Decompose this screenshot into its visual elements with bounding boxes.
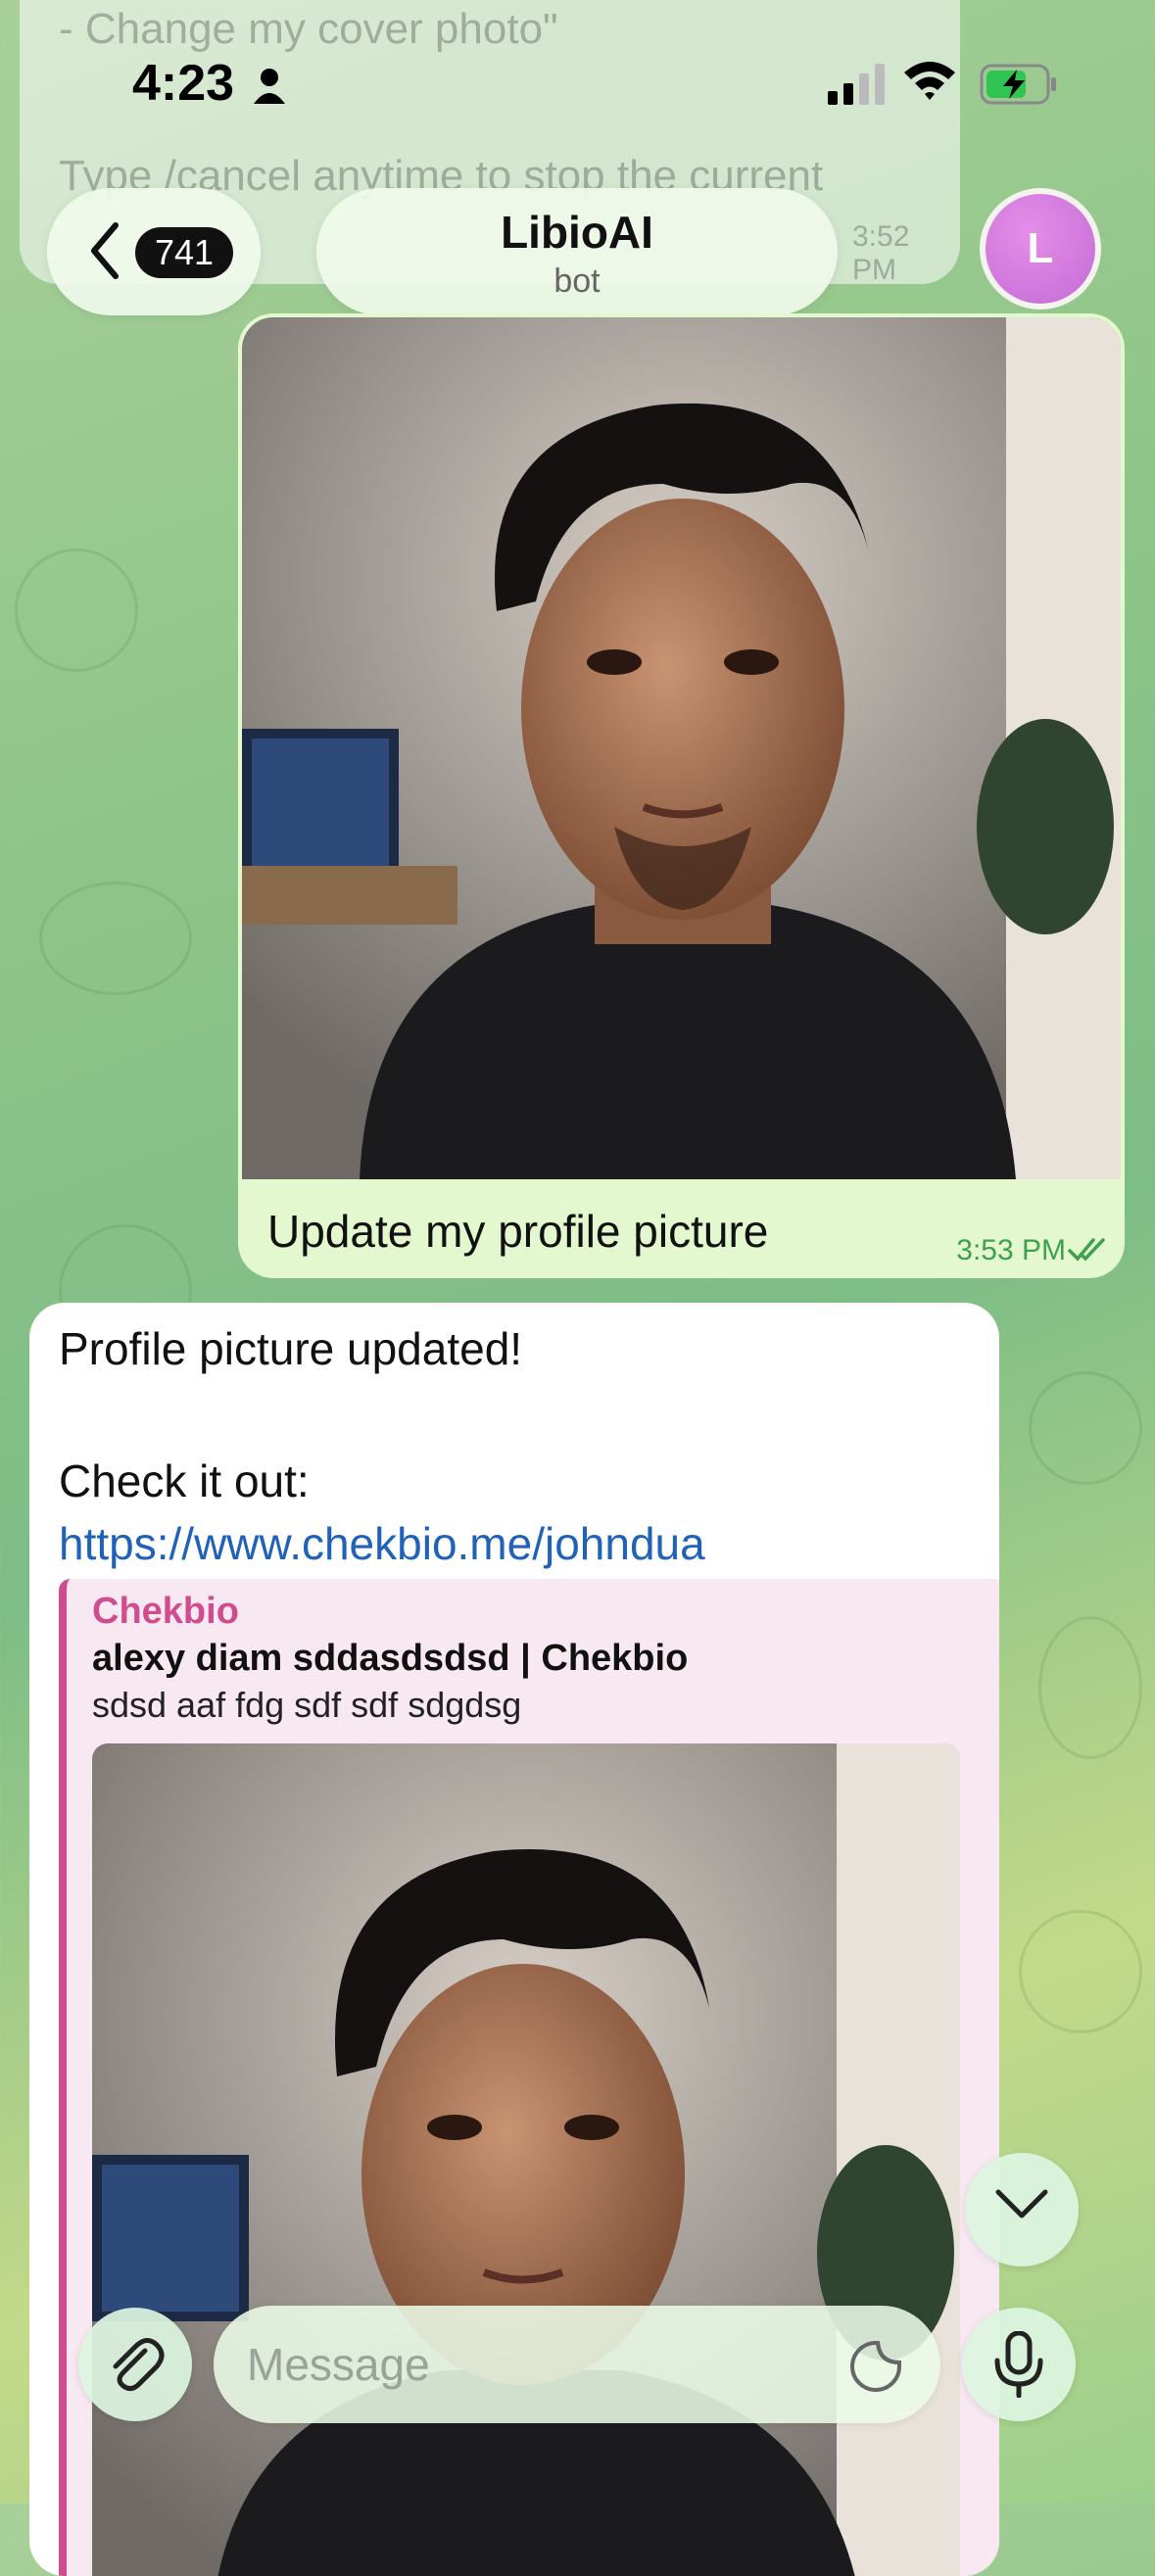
paperclip-icon [113, 2338, 165, 2392]
double-check-icon [1068, 1238, 1105, 1262]
message-time: 3:53 PM [956, 1234, 1066, 1266]
message-text: Check it out: https://www.chekbio.me/joh… [59, 1450, 940, 1575]
message-input-container[interactable] [214, 2306, 940, 2423]
background-doodle [39, 882, 192, 995]
message-text: Profile picture updated! [59, 1323, 523, 1374]
background-doodle [1038, 1616, 1142, 1759]
profile-photo[interactable] [242, 317, 1121, 1179]
microphone-icon [994, 2331, 1043, 2398]
previous-message-time: 3:52 PM [852, 220, 910, 286]
back-button[interactable]: 741 [47, 188, 261, 315]
profile-link[interactable]: https://www.chekbio.me/johndua [59, 1518, 705, 1569]
message-text-prefix: Check it out: [59, 1455, 310, 1506]
link-preview-image[interactable] [92, 1743, 960, 2576]
microphone-button[interactable] [962, 2308, 1076, 2421]
background-doodle [1029, 1371, 1142, 1485]
link-preview-site: Chekbio [92, 1591, 239, 1632]
status-time: 4:23 [132, 55, 235, 112]
avatar[interactable]: L [980, 188, 1101, 310]
chevron-down-icon [995, 2189, 1048, 2218]
link-preview-title: alexy diam sddasdsdsd | Chekbio [92, 1638, 689, 1679]
chat-subtitle: bot [553, 262, 601, 300]
outgoing-photo-message[interactable]: Update my profile picture 3:53 PM [238, 313, 1125, 1278]
battery-charging-icon [980, 64, 1056, 105]
link-preview-description: sdsd aaf fdg sdf sdf sdgdsg [92, 1685, 522, 1725]
chat-title[interactable]: LibioAI bot [316, 188, 838, 315]
wifi-icon [904, 62, 955, 100]
background-doodle [1019, 1910, 1142, 2033]
message-input[interactable] [245, 2329, 797, 2400]
status-bar: 4:23 [0, 0, 1155, 171]
background-doodle [15, 549, 138, 672]
chevron-left-icon [91, 222, 119, 279]
person-icon [254, 69, 285, 104]
chat-name: LibioAI [501, 207, 653, 258]
sticker-icon[interactable] [848, 2339, 903, 2394]
link-preview[interactable]: Chekbio alexy diam sddasdsdsd | Chekbio … [59, 1579, 999, 2576]
message-caption: Update my profile picture [267, 1206, 769, 1257]
attach-button[interactable] [78, 2308, 192, 2421]
cellular-signal-icon [828, 64, 885, 105]
unread-count-badge: 741 [135, 227, 234, 278]
scroll-down-button[interactable] [965, 2153, 1079, 2266]
